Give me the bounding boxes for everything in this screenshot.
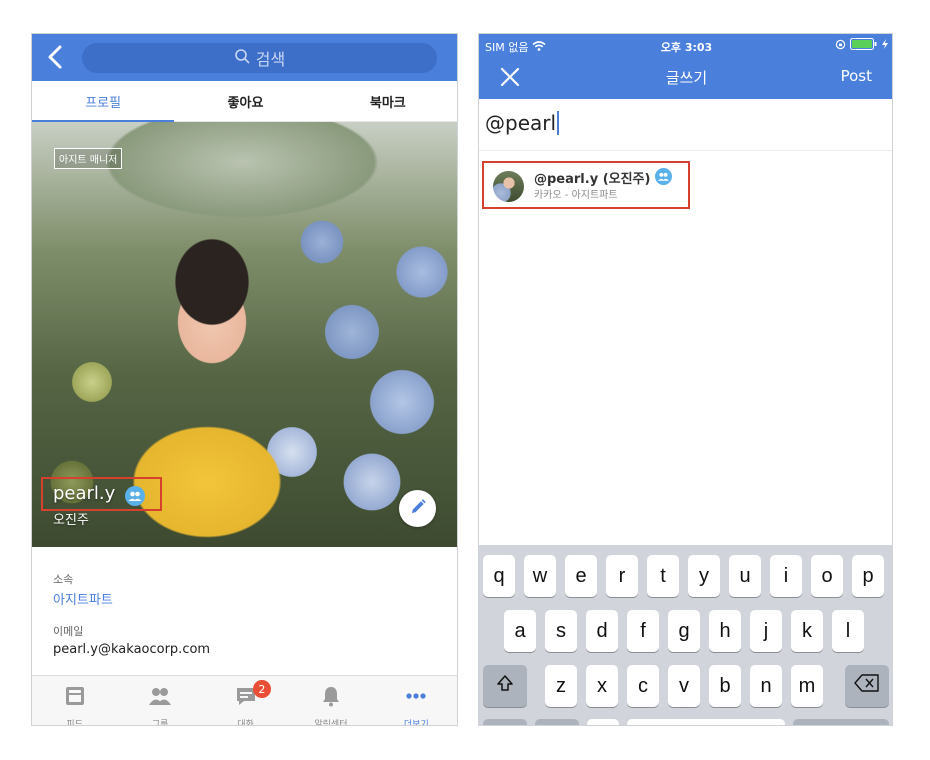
key-r[interactable]: r — [606, 555, 638, 597]
chevron-left-icon[interactable] — [42, 43, 70, 71]
profile-screen: 검색 프로필 좋아요 북마크 아지트 매니저 pearl.y 오진주 소속 아지… — [31, 33, 458, 726]
tabbar-feed-label: 피드 — [66, 720, 83, 726]
text-caret — [557, 111, 560, 135]
key-e[interactable]: e — [565, 555, 597, 597]
globe-key[interactable] — [535, 719, 579, 725]
key-q[interactable]: q — [483, 555, 515, 597]
chat-unread-badge: 2 — [252, 680, 271, 698]
key-i[interactable]: i — [770, 555, 802, 597]
tabbar-notifications-label: 알림센터 — [314, 720, 348, 726]
key-w[interactable]: w — [524, 555, 556, 597]
profile-tabs: 프로필 좋아요 북마크 — [32, 81, 457, 122]
avatar — [493, 171, 524, 202]
backspace-key[interactable] — [845, 665, 889, 707]
key-j[interactable]: j — [750, 610, 782, 652]
compose-title: 글쓰기 — [665, 69, 708, 87]
key-y[interactable]: y — [688, 555, 720, 597]
search-icon — [234, 48, 250, 68]
compose-screen: SIM 없음 오후 3:03 글쓰기 Post @pearl @pearl.y … — [478, 33, 893, 726]
tabbar-chat-label: 대화 — [237, 720, 254, 726]
feed-icon — [63, 684, 87, 712]
key-o[interactable]: o — [811, 555, 843, 597]
more-icon — [404, 684, 428, 712]
top-header: 검색 — [32, 34, 457, 81]
department-link[interactable]: 아지트파트 — [53, 589, 113, 608]
key-u[interactable]: u — [729, 555, 761, 597]
tab-profile[interactable]: 프로필 — [32, 81, 175, 122]
tabbar-more[interactable]: 더보기 — [374, 676, 457, 726]
key-d[interactable]: d — [586, 610, 618, 652]
status-time: 오후 3:03 — [660, 41, 713, 54]
mic-key[interactable] — [587, 719, 619, 725]
space-key[interactable] — [627, 719, 785, 725]
charging-icon — [882, 39, 888, 52]
email-value[interactable]: pearl.y@kakaocorp.com — [53, 642, 210, 657]
key-v[interactable]: v — [668, 665, 700, 707]
return-key[interactable] — [793, 719, 889, 725]
numbers-key[interactable] — [483, 719, 527, 725]
profile-info: 소속 아지트파트 이메일 pearl.y@kakaocorp.com — [32, 547, 457, 675]
tabbar-group[interactable]: 그룹 — [117, 676, 202, 726]
tabbar-chat[interactable]: 2 대화 — [203, 676, 288, 726]
email-label: 이메일 — [53, 625, 84, 638]
search-input[interactable]: 검색 — [82, 43, 437, 73]
group-user-icon — [125, 486, 145, 506]
key-c[interactable]: c — [627, 665, 659, 707]
tab-bookmarks[interactable]: 북마크 — [317, 81, 457, 121]
tabbar-group-label: 그룹 — [151, 720, 169, 726]
group-icon — [148, 684, 172, 712]
bell-icon — [319, 684, 343, 712]
tabbar-more-label: 더보기 — [403, 720, 429, 726]
key-b[interactable]: b — [709, 665, 741, 707]
key-s[interactable]: s — [545, 610, 577, 652]
profile-realname: 오진주 — [53, 513, 89, 528]
edit-profile-button[interactable] — [399, 490, 436, 527]
pencil-icon — [409, 498, 427, 520]
search-placeholder: 검색 — [255, 50, 286, 69]
tabbar-notifications[interactable]: 알림센터 — [288, 676, 373, 726]
backspace-icon — [854, 674, 880, 698]
post-button[interactable]: Post — [841, 67, 872, 85]
profile-username: pearl.y — [53, 483, 116, 504]
key-m[interactable]: m — [791, 665, 823, 707]
mention-suggestion-org: 카카오 - 아지트파트 — [534, 190, 618, 201]
key-l[interactable]: l — [832, 610, 864, 652]
tabbar-feed[interactable]: 피드 — [32, 676, 117, 726]
orientation-lock-icon — [835, 39, 846, 53]
key-n[interactable]: n — [750, 665, 782, 707]
group-user-icon — [655, 168, 672, 185]
key-k[interactable]: k — [791, 610, 823, 652]
key-z[interactable]: z — [545, 665, 577, 707]
key-a[interactable]: a — [504, 610, 536, 652]
battery-icon — [850, 38, 878, 53]
key-f[interactable]: f — [627, 610, 659, 652]
key-t[interactable]: t — [647, 555, 679, 597]
department-label: 소속 — [53, 573, 74, 586]
manager-badge: 아지트 매니저 — [54, 148, 123, 169]
compose-nav-bar: 글쓰기 Post — [479, 56, 892, 99]
battery-status — [835, 38, 888, 53]
compose-text: @pearl — [485, 111, 557, 135]
key-p[interactable]: p — [852, 555, 884, 597]
shift-icon — [495, 673, 515, 699]
compose-text-wrapper: @pearl — [485, 111, 560, 135]
key-h[interactable]: h — [709, 610, 741, 652]
profile-cover-photo: 아지트 매니저 pearl.y 오진주 — [32, 122, 457, 547]
tab-likes[interactable]: 좋아요 — [174, 81, 316, 121]
mention-suggestion-name: @pearl.y (오진주) — [534, 172, 651, 187]
bottom-tab-bar: 피드 그룹 2 대화 알림센터 더보기 — [32, 675, 457, 726]
key-x[interactable]: x — [586, 665, 618, 707]
on-screen-keyboard: q w e r t y u i o p a s d f g h j k l z … — [479, 545, 892, 725]
compose-text-area[interactable]: @pearl — [479, 99, 892, 151]
shift-key[interactable] — [483, 665, 527, 707]
key-g[interactable]: g — [668, 610, 700, 652]
status-bar: SIM 없음 오후 3:03 — [479, 34, 892, 56]
